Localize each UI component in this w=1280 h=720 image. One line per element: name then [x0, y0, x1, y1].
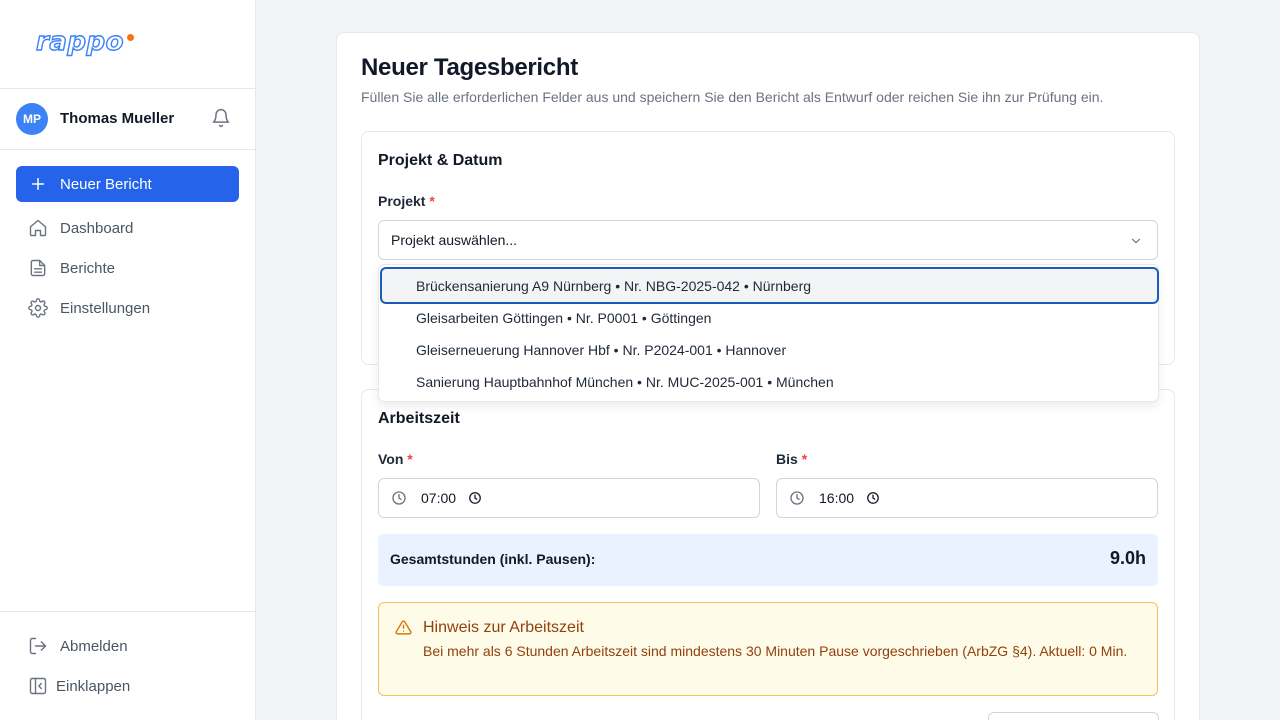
logout-button[interactable]: Abmelden: [16, 628, 239, 664]
logo-area: rappo: [0, 0, 255, 89]
collapse-button[interactable]: Einklappen: [16, 668, 239, 704]
total-hours-value: 9.0h: [1109, 548, 1146, 568]
to-time-value: 16:00: [819, 490, 855, 506]
from-label: Von *: [378, 451, 413, 467]
project-option[interactable]: Sanierung Hauptbahnhof München • Nr. MUC…: [379, 366, 1158, 398]
from-time-input[interactable]: 07:00: [378, 478, 760, 518]
page-subtitle: Füllen Sie alle erforderlichen Felder au…: [361, 89, 1104, 105]
total-hours-box: Gesamtstunden (inkl. Pausen): 9.0h: [378, 534, 1158, 586]
project-select[interactable]: Projekt auswählen...: [378, 220, 1158, 260]
project-option[interactable]: Gleisarbeiten Göttingen • Nr. P0001 • Gö…: [379, 302, 1158, 334]
new-report-label: Neuer Bericht: [60, 175, 152, 193]
collapse-icon: [29, 677, 47, 695]
worktime-section-title: Arbeitszeit: [378, 410, 460, 427]
logout-icon: [29, 637, 47, 655]
collapse-label: Einklappen: [56, 677, 131, 695]
user-name: Thomas Mueller: [60, 110, 175, 127]
new-report-button[interactable]: Neuer Bericht: [16, 166, 239, 202]
sidebar-item-dashboard[interactable]: Dashboard: [16, 210, 239, 246]
project-dropdown: Brückensanierung A9 Nürnberg • Nr. NBG-2…: [378, 264, 1159, 402]
project-option[interactable]: Brückensanierung A9 Nürnberg • Nr. NBG-2…: [380, 267, 1159, 304]
user-row: MP Thomas Mueller: [0, 89, 255, 150]
logout-label: Abmelden: [60, 637, 128, 655]
bell-icon[interactable]: [211, 108, 231, 128]
total-hours-label: Gesamtstunden (inkl. Pausen):: [390, 551, 596, 567]
project-section-title: Projekt & Datum: [378, 152, 503, 169]
required-mark: *: [429, 193, 435, 209]
project-option[interactable]: Gleiserneuerung Hannover Hbf • Nr. P2024…: [379, 334, 1158, 366]
sidebar-item-berichte[interactable]: Berichte: [16, 250, 239, 286]
warning-icon: [395, 620, 412, 635]
gear-icon: [28, 298, 48, 318]
required-mark: *: [407, 451, 413, 467]
plus-icon: [31, 177, 45, 191]
worktime-warning: Hinweis zur Arbeitszeit Bei mehr als 6 S…: [378, 602, 1158, 696]
project-select-value: Projekt auswählen...: [391, 232, 518, 248]
sidebar-item-einstellungen[interactable]: Einstellungen: [16, 290, 239, 326]
time-picker-icon[interactable]: [468, 491, 482, 505]
sidebar-item-label: Berichte: [60, 259, 116, 277]
from-time-value: 07:00: [421, 490, 457, 506]
avatar[interactable]: MP: [16, 103, 48, 135]
clock-icon: [392, 491, 406, 505]
logo-dot: [127, 34, 134, 41]
sidebar-item-label: Einstellungen: [60, 299, 151, 317]
home-icon: [29, 219, 47, 237]
clock-icon: [790, 491, 804, 505]
document-icon: [30, 259, 46, 277]
to-label: Bis *: [776, 451, 808, 467]
page-title: Neuer Tagesbericht: [361, 54, 578, 81]
partial-button[interactable]: [988, 712, 1159, 720]
sidebar: rappo MP Thomas Mueller Neuer Bericht Da…: [0, 0, 256, 720]
chevron-down-icon: [1131, 238, 1141, 244]
to-time-input[interactable]: 16:00: [776, 478, 1158, 518]
warning-title: Hinweis zur Arbeitszeit: [423, 619, 584, 636]
sidebar-item-label: Dashboard: [60, 219, 134, 237]
warning-text: Bei mehr als 6 Stunden Arbeitszeit sind …: [423, 643, 1128, 659]
logo[interactable]: rappo: [35, 26, 124, 57]
project-label: Projekt *: [378, 193, 435, 209]
required-mark: *: [801, 451, 808, 467]
time-picker-icon[interactable]: [866, 491, 880, 505]
